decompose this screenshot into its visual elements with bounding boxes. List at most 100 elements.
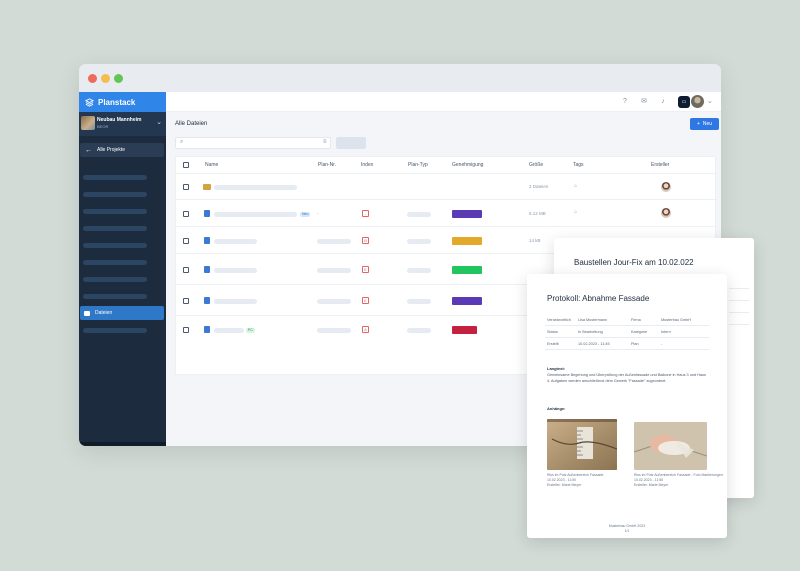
field-value: - <box>661 342 663 346</box>
sidebar: Planstack Neubau Mannheim BEOR ⌄ ← Alle … <box>79 92 166 446</box>
plan-type-placeholder <box>407 239 431 244</box>
sidebar-item-placeholder[interactable] <box>83 277 147 282</box>
column-header[interactable]: Plan-Typ <box>408 162 428 168</box>
search-icon: ⌕ <box>180 139 184 145</box>
column-header[interactable]: Plan-Nr. <box>318 162 336 168</box>
sidebar-item-placeholder[interactable] <box>83 209 147 214</box>
table-row[interactable]: Neu - - 5.12 MB ⌂ <box>176 200 717 227</box>
field-label: Status <box>547 330 558 334</box>
size-text: 5.12 MB <box>529 211 546 216</box>
sidebar-item-placeholder[interactable] <box>83 175 147 180</box>
field-label: Erstellt <box>547 342 559 346</box>
file-icon <box>204 266 210 273</box>
folder-icon <box>84 310 90 316</box>
column-header[interactable]: Tags <box>573 162 584 168</box>
sidebar-item-placeholder[interactable] <box>83 328 147 333</box>
file-icon <box>204 297 210 304</box>
size-text: 2 Dateien <box>529 184 549 189</box>
creator-avatar <box>661 182 671 192</box>
field-value: Intern <box>661 330 671 334</box>
project-name: Neubau Mannheim <box>97 117 142 123</box>
window-titlebar <box>79 64 721 92</box>
field-label: Kategorie <box>631 330 648 334</box>
row-checkbox[interactable] <box>183 298 189 304</box>
column-header[interactable]: Größe <box>529 162 543 168</box>
table-row[interactable]: 2 Dateien ⌂ <box>176 174 717 200</box>
pc-badge: PC <box>246 328 255 333</box>
chevron-down-icon[interactable]: ⌄ <box>707 97 713 105</box>
column-header[interactable]: Name <box>205 162 218 168</box>
sidebar-item-placeholder[interactable] <box>83 226 147 231</box>
back-link-label: Alle Projekte <box>97 147 126 153</box>
tag-icon[interactable]: ⌂ <box>574 183 577 189</box>
name-placeholder <box>214 299 257 304</box>
column-header[interactable]: Index <box>361 162 373 168</box>
new-badge: Neu <box>300 212 311 217</box>
approval-bar <box>452 297 482 305</box>
plan-type-placeholder <box>407 299 431 304</box>
sidebar-item-placeholder[interactable] <box>83 192 147 197</box>
approval-bar <box>452 237 482 245</box>
document-footer: Musterbau GmbH 2023 <box>608 524 646 528</box>
field-value: Musterbau GmbH <box>661 318 691 322</box>
row-checkbox[interactable] <box>183 238 189 244</box>
sidebar-item-label: Dateien <box>95 310 113 316</box>
attachment-photo-1[interactable] <box>547 419 617 470</box>
field-label: Firma <box>631 318 641 322</box>
row-checkbox[interactable] <box>183 184 189 190</box>
top-bar: ? ✉ ♪ ▭ ⌄ <box>166 92 721 112</box>
close-window-button[interactable] <box>88 74 97 83</box>
plan-type-placeholder <box>407 268 431 273</box>
plan-number-placeholder <box>317 268 351 273</box>
name-placeholder <box>214 328 244 333</box>
bell-icon[interactable]: ♪ <box>659 98 667 106</box>
sidebar-item-dateien[interactable]: Dateien <box>80 306 164 320</box>
field-value: 10.02.2023 - 11:45 <box>578 342 610 346</box>
divider <box>545 349 709 350</box>
index-badge: E <box>362 297 369 304</box>
folder-icon <box>203 184 211 190</box>
file-icon <box>204 210 210 217</box>
brand-logo[interactable]: Planstack <box>79 92 166 112</box>
user-avatar[interactable] <box>691 95 704 108</box>
filter-chip[interactable] <box>336 137 366 149</box>
search-input[interactable]: ⌕ ≡ <box>175 137 331 149</box>
chat-icon[interactable]: ▭ <box>678 96 690 108</box>
project-thumbnail <box>81 116 95 130</box>
attachment-photo-2[interactable] <box>634 422 707 470</box>
plan-type-placeholder <box>407 212 431 217</box>
filter-icon[interactable]: ≡ <box>323 139 327 145</box>
minimize-window-button[interactable] <box>101 74 110 83</box>
project-switcher[interactable]: Neubau Mannheim BEOR ⌄ <box>79 112 166 136</box>
protocol-document[interactable]: Protokoll: Abnahme Fassade Verantwortlic… <box>527 274 727 538</box>
sidebar-item-placeholder[interactable] <box>83 294 147 299</box>
maximize-window-button[interactable] <box>114 74 123 83</box>
help-icon[interactable]: ? <box>621 98 629 106</box>
index-badge: - <box>362 210 369 217</box>
new-button[interactable]: + Neu <box>690 118 719 130</box>
back-to-projects-link[interactable]: ← Alle Projekte <box>80 143 164 157</box>
plan-number-placeholder <box>317 299 351 304</box>
brand-name: Planstack <box>98 97 136 107</box>
new-button-label: Neu <box>702 121 713 127</box>
page-number: 1/1 <box>624 529 630 533</box>
select-all-checkbox[interactable] <box>183 162 189 168</box>
tag-icon[interactable]: ⌂ <box>574 209 577 215</box>
file-icon <box>204 237 210 244</box>
mail-icon[interactable]: ✉ <box>640 98 648 106</box>
sidebar-item-placeholder[interactable] <box>83 260 147 265</box>
approval-bar <box>452 326 477 334</box>
row-checkbox[interactable] <box>183 327 189 333</box>
plan-number-placeholder <box>317 239 351 244</box>
chevron-down-icon: ⌄ <box>156 119 162 126</box>
layers-icon <box>85 97 94 107</box>
column-header[interactable]: Ersteller <box>651 162 669 168</box>
row-checkbox[interactable] <box>183 267 189 273</box>
approval-bar <box>452 266 482 274</box>
name-placeholder <box>214 185 297 190</box>
plan-number-placeholder <box>317 328 351 333</box>
column-header[interactable]: Genehmigung <box>452 162 483 168</box>
name-placeholder <box>214 239 257 244</box>
sidebar-item-placeholder[interactable] <box>83 243 147 248</box>
row-checkbox[interactable] <box>183 211 189 217</box>
